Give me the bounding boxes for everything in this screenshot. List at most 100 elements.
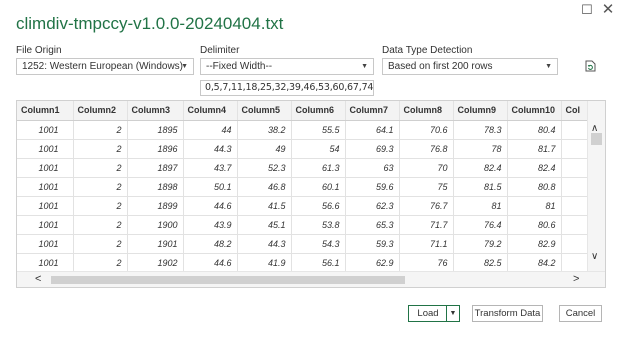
table-cell: 48.2 (183, 234, 238, 254)
column-header[interactable]: Column8 (399, 101, 454, 121)
table-cell: 1898 (127, 177, 184, 197)
table-cell: 44.6 (183, 253, 238, 273)
load-button[interactable]: Load (408, 305, 448, 322)
table-cell: 82.5 (453, 253, 508, 273)
column-header[interactable]: Column6 (291, 101, 346, 121)
table-cell: 60.1 (291, 177, 346, 197)
table-cell: 2 (73, 196, 128, 216)
table-cell: 80.4 (507, 120, 562, 140)
delimiter-dropdown[interactable]: --Fixed Width-- ▼ (200, 58, 374, 75)
table-cell: 78 (453, 139, 508, 159)
table-cell: 1902 (127, 253, 184, 273)
chevron-down-icon: ▼ (361, 63, 368, 70)
table-cell: 70.6 (399, 120, 454, 140)
table-cell: 44.3 (183, 139, 238, 159)
file-origin-dropdown[interactable]: 1252: Western European (Windows) ▼ (16, 58, 194, 75)
table-cell: 81 (453, 196, 508, 216)
table-cell: 54.3 (291, 234, 346, 254)
table-cell: 1901 (127, 234, 184, 254)
table-row: 1001 2 1895 44 38.2 55.5 64.1 70.6 78.3 80.4 (17, 120, 602, 140)
table-cell: 43.9 (183, 215, 238, 235)
table-cell: 46.8 (237, 177, 292, 197)
table-row: 1001 2 1902 44.6 41.9 56.1 62.9 76 82.5 84.2 (17, 253, 602, 273)
maximize-icon[interactable]: ☐ (579, 2, 595, 18)
data-preview-grid[interactable]: Column1 Column2 Column3 Column4 Column5 Colum… (16, 100, 606, 288)
table-cell: 44.6 (183, 196, 238, 216)
table-cell: 54 (291, 139, 346, 159)
table-cell: 1001 (17, 253, 74, 273)
table-cell: 1001 (17, 120, 74, 140)
table-cell: 38.2 (237, 120, 292, 140)
column-header[interactable]: Column10 (507, 101, 562, 121)
table-cell: 62.3 (345, 196, 400, 216)
table-cell: 82.4 (507, 158, 562, 178)
refresh-icon[interactable] (583, 59, 597, 73)
table-cell: 45.1 (237, 215, 292, 235)
chevron-left-icon[interactable]: < (35, 272, 41, 287)
table-cell: 71.7 (399, 215, 454, 235)
horizontal-scroll-thumb[interactable] (51, 276, 405, 284)
preview-table: Column1 Column2 Column3 Column4 Column5 Colum… (17, 101, 602, 287)
transform-data-button[interactable]: Transform Data (472, 305, 543, 322)
load-options-dropdown[interactable]: ▼ (446, 305, 460, 322)
table-cell: 2 (73, 253, 128, 273)
table-cell: 49 (237, 139, 292, 159)
table-cell: 65.3 (345, 215, 400, 235)
delimiter-value: --Fixed Width-- (206, 61, 273, 72)
table-cell: 44 (183, 120, 238, 140)
chevron-down-icon[interactable]: ∨ (591, 251, 598, 262)
chevron-down-icon: ▼ (449, 310, 457, 317)
table-cell: 81.5 (453, 177, 508, 197)
fixed-width-positions-input[interactable]: 0,5,7,11,18,25,32,39,46,53,60,67,74,81,8… (200, 80, 374, 96)
table-row: 1001 2 1898 50.1 46.8 60.1 59.6 75 81.5 80.8 (17, 177, 602, 197)
table-cell: 1897 (127, 158, 184, 178)
close-icon[interactable]: ✕ (600, 2, 616, 18)
chevron-down-icon: ▼ (181, 63, 188, 70)
table-cell: 56.1 (291, 253, 346, 273)
table-row: 1001 2 1901 48.2 44.3 54.3 59.3 71.1 79.2 82.9 (17, 234, 602, 254)
table-cell: 59.6 (345, 177, 400, 197)
table-row: 1001 2 1899 44.6 41.5 56.6 62.3 76.7 81 81 (17, 196, 602, 216)
table-row: 1001 2 1897 43.7 52.3 61.3 63 70 82.4 82.4 (17, 158, 602, 178)
column-header[interactable]: Column7 (345, 101, 400, 121)
chevron-down-icon: ▼ (545, 63, 552, 70)
table-cell: 69.3 (345, 139, 400, 159)
table-cell: 2 (73, 120, 128, 140)
table-cell: 78.3 (453, 120, 508, 140)
table-cell: 75 (399, 177, 454, 197)
table-cell: 55.5 (291, 120, 346, 140)
data-type-detection-dropdown[interactable]: Based on first 200 rows ▼ (382, 58, 558, 75)
table-cell: 50.1 (183, 177, 238, 197)
table-cell: 76.8 (399, 139, 454, 159)
column-header[interactable]: Column9 (453, 101, 508, 121)
table-cell: 56.6 (291, 196, 346, 216)
table-cell: 70 (399, 158, 454, 178)
vertical-scrollbar[interactable]: ∧ ∨ (587, 101, 605, 273)
dialog-title: climdiv-tmpccy-v1.0.0-20240404.txt (16, 14, 284, 33)
column-header[interactable]: Column4 (183, 101, 238, 121)
table-cell: 59.3 (345, 234, 400, 254)
table-row: 1001 2 1900 43.9 45.1 53.8 65.3 71.7 76.4 80.6 (17, 215, 602, 235)
column-header[interactable]: Column2 (73, 101, 128, 121)
table-cell: 80.8 (507, 177, 562, 197)
column-header[interactable]: Column3 (127, 101, 184, 121)
table-cell: 52.3 (237, 158, 292, 178)
table-cell: 81 (507, 196, 562, 216)
chevron-right-icon[interactable]: > (573, 272, 579, 287)
table-cell: 76.7 (399, 196, 454, 216)
table-header-row: Column1 Column2 Column3 Column4 Column5 Colum… (17, 101, 602, 121)
column-header[interactable]: Column1 (17, 101, 74, 121)
table-cell: 63 (345, 158, 400, 178)
table-cell: 82.4 (453, 158, 508, 178)
horizontal-scrollbar[interactable]: < > (17, 271, 605, 287)
cancel-button[interactable]: Cancel (559, 305, 602, 322)
table-cell: 1001 (17, 215, 74, 235)
table-cell: 84.2 (507, 253, 562, 273)
delimiter-label: Delimiter (200, 45, 240, 56)
table-cell: 81.7 (507, 139, 562, 159)
column-header[interactable]: Column5 (237, 101, 292, 121)
table-cell: 1001 (17, 139, 74, 159)
vertical-scroll-thumb[interactable] (591, 133, 602, 145)
table-cell: 82.9 (507, 234, 562, 254)
table-cell: 41.5 (237, 196, 292, 216)
